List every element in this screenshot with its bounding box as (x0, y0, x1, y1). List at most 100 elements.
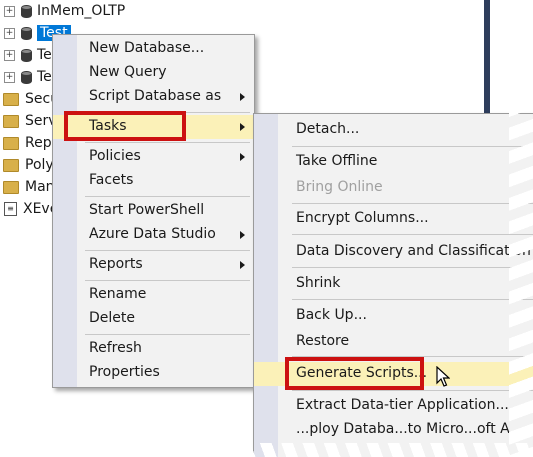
menu-item-label: Data Discovery and Classification (296, 243, 531, 259)
menu-separator (292, 356, 533, 357)
menu-item-new-database[interactable]: New Database... (53, 37, 254, 61)
tree-node-label: Poly (25, 157, 54, 173)
menu-item-label: Take Offline (296, 153, 378, 169)
menu-item-label: Policies (89, 148, 141, 164)
tree-node-label: Man (25, 179, 55, 195)
menu-item-data-discovery[interactable]: Data Discovery and Classification (254, 240, 533, 264)
menu-item-label: Start PowerShell (89, 202, 205, 218)
torn-edge-bottom (0, 443, 533, 457)
xevent-icon: ≡ (4, 202, 17, 216)
folder-icon (3, 92, 19, 106)
menu-item-azure-data-studio[interactable]: Azure Data Studio (53, 223, 254, 247)
menu-item-facets[interactable]: Facets (53, 169, 254, 193)
menu-item-back-up[interactable]: Back Up... (254, 304, 533, 328)
tree-node-label: InMem_OLTP (37, 3, 126, 19)
menu-item-label: Rename (89, 286, 147, 302)
menu-item-delete[interactable]: Delete (53, 307, 254, 331)
menu-item-label: Generate Scripts... (296, 365, 428, 381)
menu-item-restore[interactable]: Restore (254, 330, 533, 354)
menu-item-label: Bring Online (296, 179, 383, 195)
tasks-submenu: Detach... Take Offline Bring Online Encr… (253, 113, 533, 457)
menu-item-label: Encrypt Columns... (296, 210, 429, 226)
menu-item-refresh[interactable]: Refresh (53, 337, 254, 361)
menu-item-properties[interactable]: Properties (53, 361, 254, 385)
folder-icon (3, 136, 19, 150)
folder-icon (3, 180, 19, 194)
expand-icon[interactable]: + (4, 27, 15, 39)
tree-node-label: Te (37, 69, 52, 85)
tree-node-label: Te (37, 47, 52, 63)
menu-item-deploy-database[interactable]: ...ploy Databa...to Micro...oft A... (254, 418, 533, 442)
menu-item-label: Extract Data-tier Application... (296, 397, 509, 413)
tree-node-database[interactable]: + Te (0, 66, 52, 88)
menu-item-encrypt-columns[interactable]: Encrypt Columns... (254, 207, 533, 231)
menu-item-label: New Database... (89, 40, 205, 56)
menu-separator (292, 203, 533, 204)
expand-icon[interactable]: + (4, 5, 15, 17)
database-icon (21, 48, 32, 62)
menu-separator (85, 196, 250, 197)
tree-node-management[interactable]: Man (0, 176, 55, 198)
menu-separator (85, 112, 250, 113)
menu-item-label: Refresh (89, 340, 142, 356)
menu-item-rename[interactable]: Rename (53, 283, 254, 307)
menu-separator (85, 334, 250, 335)
tree-node-database[interactable]: + Te (0, 44, 52, 66)
menu-separator (292, 234, 533, 235)
database-icon (21, 26, 32, 40)
menu-item-label: Script Database as (89, 88, 222, 104)
tree-node-inmem-oltp[interactable]: + InMem_OLTP (0, 0, 125, 22)
folder-icon (3, 114, 19, 128)
expand-icon[interactable]: + (4, 71, 15, 83)
menu-item-generate-scripts[interactable]: Generate Scripts... (254, 362, 533, 386)
submenu-arrow-icon (240, 231, 245, 239)
torn-edge-right (509, 0, 533, 457)
menu-item-label: New Query (89, 64, 167, 80)
menu-item-policies[interactable]: Policies (53, 145, 254, 169)
submenu-arrow-icon (240, 261, 245, 269)
menu-item-label: Back Up... (296, 307, 367, 323)
tree-node-replication[interactable]: Repl (0, 132, 56, 154)
menu-item-detach[interactable]: Detach... (254, 118, 533, 142)
tree-node-label: Repl (25, 135, 56, 151)
menu-separator (292, 299, 533, 300)
submenu-arrow-icon (240, 153, 245, 161)
menu-item-label: Delete (89, 310, 135, 326)
menu-separator (85, 280, 250, 281)
menu-item-label: Facets (89, 172, 134, 188)
menu-separator (85, 142, 250, 143)
menu-item-shrink[interactable]: Shrink (254, 272, 533, 296)
menu-item-label: Reports (89, 256, 143, 272)
menu-separator (85, 250, 250, 251)
mouse-pointer-icon (436, 366, 450, 387)
folder-icon (3, 158, 19, 172)
menu-separator (292, 267, 533, 268)
menu-item-extract-data-tier[interactable]: Extract Data-tier Application... (254, 394, 533, 418)
menu-item-tasks[interactable]: Tasks (53, 115, 254, 139)
database-icon (21, 70, 32, 84)
menu-item-label: Tasks (89, 118, 127, 134)
menu-separator (292, 146, 533, 147)
menu-item-new-query[interactable]: New Query (53, 61, 254, 85)
expand-icon[interactable]: + (4, 49, 15, 61)
database-icon (21, 4, 32, 18)
menu-item-label: Properties (89, 364, 160, 380)
menu-item-reports[interactable]: Reports (53, 253, 254, 277)
menu-item-label: Shrink (296, 275, 341, 291)
screenshot-stage: + InMem_OLTP + Test + Te + Te Secu Serve (0, 0, 533, 457)
menu-item-label: Azure Data Studio (89, 226, 216, 242)
tree-node-security[interactable]: Secu (0, 88, 59, 110)
menu-item-take-offline[interactable]: Take Offline (254, 150, 533, 174)
menu-item-script-database-as[interactable]: Script Database as (53, 85, 254, 109)
tree-node-polybase[interactable]: Poly (0, 154, 54, 176)
tree-node-xevent-profiler[interactable]: ≡ XEve (0, 198, 58, 220)
submenu-arrow-icon (240, 93, 245, 101)
menu-separator (292, 390, 533, 391)
context-menu: New Database... New Query Script Databas… (52, 34, 255, 388)
menu-item-start-powershell[interactable]: Start PowerShell (53, 199, 254, 223)
menu-item-label: ...ploy Databa...to Micro...oft A... (296, 421, 523, 437)
submenu-arrow-icon (240, 123, 245, 131)
menu-item-bring-online: Bring Online (254, 176, 533, 200)
menu-item-label: Detach... (296, 121, 360, 137)
menu-item-label: Restore (296, 333, 350, 349)
